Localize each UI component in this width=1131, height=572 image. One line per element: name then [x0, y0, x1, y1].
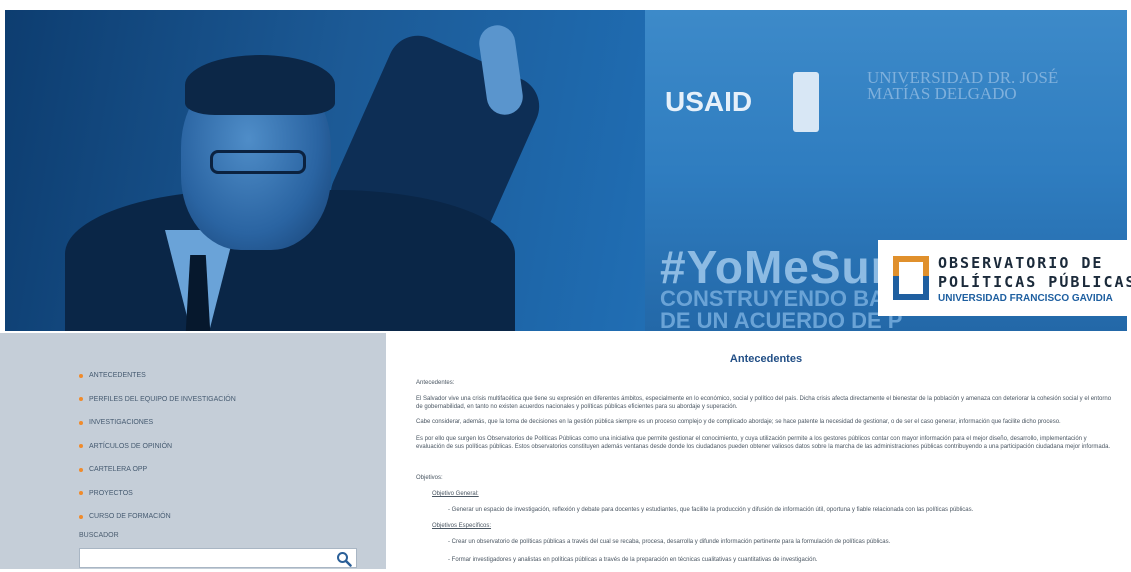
speaker-hair [185, 55, 335, 115]
usaid-logo: USAID [665, 86, 753, 117]
search-button[interactable] [336, 551, 352, 567]
main-content: Antecedentes Antecedentes: El Salvador v… [416, 353, 1116, 569]
search-label: BUSCADOR [79, 532, 119, 539]
paragraph-2: Cabe considerar, además, que la toma de … [416, 419, 1061, 425]
sidebar-item-articulos[interactable]: ARTÍCULOS DE OPINIÓN [79, 435, 236, 459]
paragraph-1: El Salvador vive una crisis multifacétic… [416, 396, 1112, 410]
paragraph-3: Es por ello que surgen los Observatorios… [416, 436, 1111, 450]
bullet-icon [79, 514, 83, 519]
section-subtitle: Antecedentes: [416, 380, 455, 386]
logo-line-3: UNIVERSIDAD FRANCISCO GAVIDIA [938, 293, 1113, 304]
search-box [79, 548, 357, 568]
sidebar-item-curso[interactable]: CURSO DE FORMACIÓN [79, 505, 236, 529]
objetivo-especifico-2: - Formar investigadores y analistas en p… [448, 557, 818, 563]
objetivo-general-text: - Generar un espacio de investigación, r… [448, 507, 974, 513]
sidebar-item-investigaciones[interactable]: INVESTIGACIONES [79, 411, 236, 435]
bullet-icon [79, 420, 83, 425]
sidebar: ANTECEDENTES PERFILES DEL EQUIPO DE INVE… [0, 333, 386, 569]
bullet-icon [79, 373, 83, 378]
sidebar-item-label: CURSO DE FORMACIÓN [89, 513, 171, 521]
logo-mark-icon [893, 256, 929, 300]
page-title: Antecedentes [729, 353, 803, 365]
logo-line-2: POLÍTICAS PÚBLICAS [938, 273, 1131, 291]
objetivo-general-heading: Objetivo General: [432, 491, 479, 497]
site-logo[interactable]: OBSERVATORIO DE POLÍTICAS PÚBLICAS UNIVE… [878, 240, 1131, 316]
bullet-icon [79, 444, 83, 449]
search-input[interactable] [84, 551, 328, 567]
speaker-glasses [210, 150, 306, 174]
objetivos-especificos-heading: Objetivos Específicos: [432, 523, 492, 529]
sidebar-nav: ANTECEDENTES PERFILES DEL EQUIPO DE INVE… [79, 364, 236, 529]
sidebar-item-proyectos[interactable]: PROYECTOS [79, 482, 236, 506]
bullet-icon [79, 397, 83, 402]
ufg-logo [793, 72, 819, 132]
sidebar-item-label: CARTELERA OPP [89, 466, 148, 474]
search-icon [337, 552, 352, 567]
sidebar-item-perfiles[interactable]: PERFILES DEL EQUIPO DE INVESTIGACIÓN [79, 388, 236, 412]
sidebar-item-label: ANTECEDENTES [89, 372, 146, 380]
logo-line-1: OBSERVATORIO DE [938, 254, 1104, 272]
bullet-icon [79, 491, 83, 496]
objetivos-heading: Objetivos: [416, 475, 443, 481]
banner-line-3: DE UN ACUERDO DE P [660, 308, 903, 331]
sidebar-item-label: PERFILES DEL EQUIPO DE INVESTIGACIÓN [89, 395, 236, 403]
matias-delgado-logo: UNIVERSIDAD DR. JOSÉ MATÍAS DELGADO [867, 68, 1059, 103]
sidebar-item-label: ARTÍCULOS DE OPINIÓN [89, 442, 173, 450]
bullet-icon [79, 467, 83, 472]
sidebar-item-label: INVESTIGACIONES [89, 419, 154, 427]
sidebar-item-antecedentes[interactable]: ANTECEDENTES [79, 364, 236, 388]
objetivo-especifico-1: - Crear un observatorio de políticas púb… [448, 539, 891, 545]
sidebar-item-cartelera[interactable]: CARTELERA OPP [79, 458, 236, 482]
sidebar-item-label: PROYECTOS [89, 489, 133, 497]
